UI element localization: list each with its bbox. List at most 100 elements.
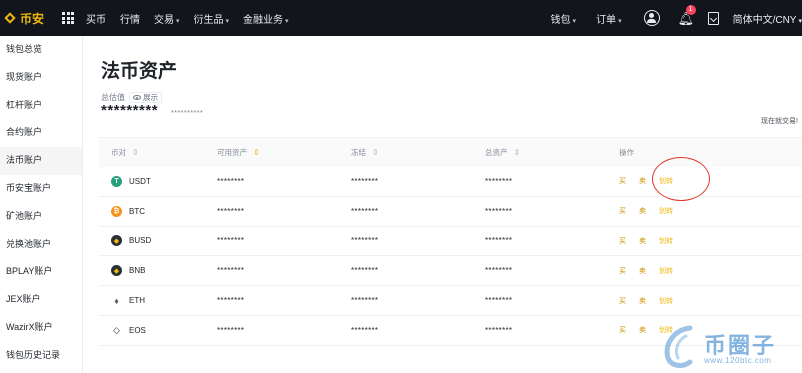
chevron-down-icon: ▾ — [618, 17, 622, 25]
sidebar-item-bplay[interactable]: BPLAY账户 — [0, 258, 82, 286]
transfer-link[interactable]: 划转 — [659, 266, 673, 276]
notifications-button[interactable]: 🔔︎ 1 — [678, 5, 696, 26]
nav-orders[interactable]: 订单 ▾ — [596, 11, 622, 26]
sidebar-item-history[interactable]: 钱包历史记录 — [0, 342, 82, 370]
watermark-logo-icon — [664, 325, 693, 368]
busd-icon: ◆ — [111, 235, 122, 247]
transfer-link[interactable]: 划转 — [659, 206, 673, 216]
binance-logo-icon — [4, 12, 16, 24]
sell-link[interactable]: 卖 — [639, 236, 646, 246]
transfer-link[interactable]: 划转 — [659, 296, 673, 306]
eos-icon: ◇ — [111, 324, 122, 336]
eye-icon — [133, 95, 141, 100]
download-icon[interactable] — [707, 11, 719, 25]
table-row: ♦ ETH ******** ******** ******** 买 卖 划转 — [99, 286, 802, 316]
sell-link[interactable]: 卖 — [639, 296, 646, 306]
sidebar: 钱包总览 现货账户 杠杆账户 合约账户 法币账户 币安宝账户 矿池账户 兑换池账… — [0, 36, 83, 373]
user-icon[interactable] — [643, 10, 660, 26]
sidebar-item-savings[interactable]: 币安宝账户 — [0, 175, 82, 203]
watermark: 币圈子 www.120btc.com — [660, 318, 802, 373]
table-row: ◆ BUSD ******** ******** ******** 买 卖 划转 — [99, 227, 802, 257]
sidebar-item-jex[interactable]: JEX账户 — [0, 286, 82, 314]
logo-text: 币安 — [20, 11, 45, 26]
frozen-amount: ******** — [351, 176, 379, 186]
sell-link[interactable]: 卖 — [639, 176, 646, 186]
available-amount: ******** — [217, 325, 245, 335]
coin-name: BTC — [129, 206, 145, 216]
balance-masked: ********* — [101, 102, 159, 119]
available-amount: ******** — [217, 266, 245, 276]
sort-icon: ⇕ — [253, 148, 260, 157]
sort-icon: ⇕ — [513, 148, 521, 157]
chevron-down-icon: ▾ — [572, 17, 577, 25]
buy-link[interactable]: 买 — [619, 266, 626, 276]
column-header-available[interactable]: 可用资产 ⇕ — [217, 147, 351, 158]
sidebar-item-wallet-overview[interactable]: 钱包总览 — [0, 36, 82, 64]
nav-markets[interactable]: 行情 — [120, 11, 140, 26]
total-amount: ******** — [485, 325, 513, 335]
sidebar-item-futures[interactable]: 合约账户 — [0, 119, 82, 147]
coin-name: BNB — [129, 266, 146, 276]
nav-buy-crypto[interactable]: 买币 — [86, 11, 106, 26]
frozen-amount: ******** — [351, 206, 379, 216]
nav-finance[interactable]: 金融业务 ▾ — [243, 11, 289, 26]
total-amount: ******** — [485, 206, 513, 216]
table-row: ₿ BTC ******** ******** ******** 买 卖 划转 — [99, 197, 802, 227]
table-row: ◆ BNB ******** ******** ******** 买 卖 划转 — [99, 256, 802, 287]
binance-logo[interactable]: 币安 — [4, 10, 60, 27]
sidebar-item-wazirx[interactable]: WazirX账户 — [0, 314, 82, 342]
apps-grid-icon[interactable] — [62, 12, 74, 24]
language-currency-selector[interactable]: 简体中文/CNY ▾ — [733, 11, 802, 26]
chevron-down-icon: ▾ — [798, 17, 802, 25]
sort-icon: ⇕ — [372, 148, 379, 157]
frozen-amount: ******** — [351, 296, 379, 306]
watermark-url: www.120btc.com — [704, 356, 772, 365]
frozen-amount: ******** — [351, 325, 379, 335]
buy-link[interactable]: 买 — [619, 296, 626, 306]
coin-name: EOS — [129, 325, 146, 335]
sidebar-item-swap-pool[interactable]: 兑换池账户 — [0, 231, 82, 259]
buy-link[interactable]: 买 — [619, 176, 626, 186]
sell-link[interactable]: 卖 — [639, 266, 646, 276]
nav-derivatives[interactable]: 衍生品 ▾ — [194, 11, 230, 26]
column-header-actions: 操作 — [619, 148, 634, 157]
page-title: 法币资产 — [101, 61, 178, 82]
column-header-coin[interactable]: 币对 ⇕ — [99, 147, 217, 158]
available-amount: ******** — [217, 296, 245, 306]
nav-trade[interactable]: 交易 ▾ — [154, 11, 180, 26]
trade-now-link[interactable]: 现在就交易! — [761, 116, 798, 126]
column-header-frozen[interactable]: 冻结 ⇕ — [351, 147, 485, 158]
btc-icon: ₿ — [111, 205, 122, 217]
notification-badge: 1 — [685, 5, 696, 15]
buy-link[interactable]: 买 — [619, 206, 626, 216]
total-amount: ******** — [485, 266, 513, 276]
column-header-total[interactable]: 总资产 ⇕ — [485, 147, 619, 158]
top-nav-bar: 币安 买币 行情 交易 ▾ 衍生品 ▾ 金融业务 ▾ 钱包 ▾ 订单 ▾ 🔔︎ 1 简体中… — [0, 0, 802, 36]
transfer-link[interactable]: 划转 — [659, 236, 673, 246]
total-amount: ******** — [485, 296, 513, 306]
sell-link[interactable]: 卖 — [639, 206, 646, 216]
frozen-amount: ******** — [351, 236, 379, 246]
coin-name: USDT — [129, 176, 151, 186]
coin-name: BUSD — [129, 236, 152, 246]
available-amount: ******** — [217, 176, 245, 186]
bnb-icon: ◆ — [111, 265, 122, 277]
eth-icon: ♦ — [111, 295, 122, 307]
usdt-icon: T — [111, 175, 122, 187]
buy-link[interactable]: 买 — [619, 325, 626, 335]
coin-name: ETH — [129, 296, 145, 306]
buy-link[interactable]: 买 — [619, 236, 626, 246]
sell-link[interactable]: 卖 — [639, 325, 646, 335]
frozen-amount: ******** — [351, 266, 379, 276]
sidebar-item-spot[interactable]: 现货账户 — [0, 64, 82, 92]
highlight-circle — [652, 157, 710, 201]
available-amount: ******** — [217, 236, 245, 246]
sidebar-item-margin[interactable]: 杠杆账户 — [0, 92, 82, 120]
sidebar-item-pool[interactable]: 矿池账户 — [0, 203, 82, 231]
nav-wallet[interactable]: 钱包 ▾ — [551, 11, 577, 26]
balance-fiat-masked: ********** — [171, 110, 204, 117]
chevron-down-icon: ▾ — [285, 17, 289, 25]
chevron-down-icon: ▾ — [176, 17, 180, 25]
nav-right-group: 钱包 ▾ 订单 ▾ 🔔︎ 1 简体中文/CNY ▾ — [539, 0, 802, 36]
sidebar-item-fiat[interactable]: 法币账户 — [0, 147, 82, 175]
